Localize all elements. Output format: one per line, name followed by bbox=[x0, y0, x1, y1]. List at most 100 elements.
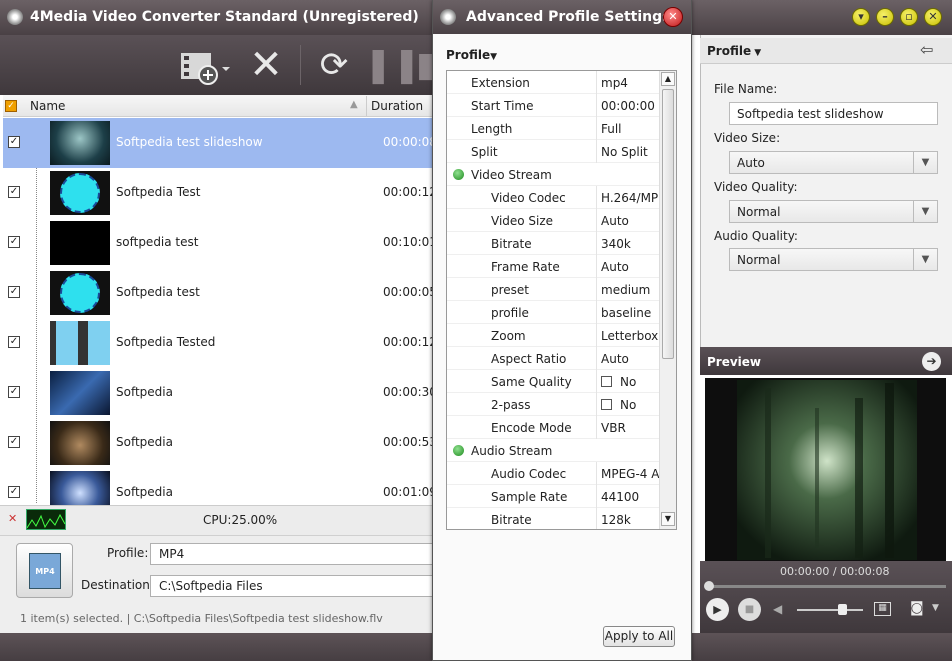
setting-value[interactable]: MPEG-4 AAC bbox=[601, 467, 661, 481]
camera-icon[interactable]: ◙ bbox=[910, 600, 924, 616]
collapse-icon[interactable] bbox=[453, 169, 464, 180]
row-checkbox[interactable]: ✓ bbox=[8, 286, 20, 298]
maximize-button[interactable]: ▫ bbox=[900, 8, 918, 26]
settings-row[interactable]: Extension mp4 bbox=[447, 71, 661, 94]
dialog-profile-menu[interactable]: Profile▼ bbox=[446, 48, 497, 62]
row-checkbox[interactable]: ✓ bbox=[8, 186, 20, 198]
snapshot-list-icon[interactable]: ▦ bbox=[874, 602, 891, 616]
setting-value[interactable]: Full bbox=[601, 122, 661, 136]
close-log-icon[interactable]: ✕ bbox=[8, 512, 17, 525]
setting-checkbox[interactable] bbox=[601, 399, 612, 410]
settings-row[interactable]: Frame Rate Auto bbox=[447, 255, 661, 278]
cpu-usage: CPU:25.00% bbox=[203, 513, 278, 527]
file-row[interactable]: ✓ Softpedia Tested 00:00:12 bbox=[3, 318, 437, 368]
menu-down-icon[interactable]: ▾ bbox=[852, 8, 870, 26]
settings-row[interactable]: Bitrate 340k bbox=[447, 232, 661, 255]
settings-row[interactable]: Start Time 00:00:00 bbox=[447, 94, 661, 117]
back-arrow-icon[interactable]: ⇦ bbox=[920, 40, 933, 59]
scroll-down-icon[interactable]: ▼ bbox=[661, 512, 675, 526]
file-row[interactable]: ✓ softpedia test 00:10:01 bbox=[3, 218, 437, 268]
format-button[interactable]: MP4 bbox=[16, 543, 73, 598]
scroll-up-icon[interactable]: ▲ bbox=[661, 72, 675, 86]
row-checkbox[interactable]: ✓ bbox=[8, 336, 20, 348]
file-name-input[interactable]: Softpedia test slideshow bbox=[729, 102, 938, 125]
setting-value[interactable]: Auto bbox=[601, 214, 661, 228]
settings-row[interactable]: Video Stream bbox=[447, 163, 661, 186]
video-quality-select[interactable]: Normal ▼ bbox=[729, 200, 938, 223]
select-all-checkbox[interactable]: ✓ bbox=[5, 100, 17, 112]
settings-row[interactable]: preset medium bbox=[447, 278, 661, 301]
grid-scrollbar[interactable]: ▲ ▼ bbox=[659, 71, 676, 529]
setting-value[interactable]: 340k bbox=[601, 237, 661, 251]
setting-value[interactable]: No bbox=[601, 375, 661, 389]
file-row[interactable]: ✓ Softpedia Test 00:00:12 bbox=[3, 168, 437, 218]
stop-preview-button[interactable]: ■ bbox=[738, 598, 761, 621]
column-duration[interactable]: Duration bbox=[371, 99, 423, 113]
setting-value[interactable]: mp4 bbox=[601, 76, 661, 90]
setting-value[interactable]: medium bbox=[601, 283, 661, 297]
settings-row[interactable]: Zoom Letterbox bbox=[447, 324, 661, 347]
convert-button[interactable]: ⟳ bbox=[312, 45, 356, 85]
setting-checkbox[interactable] bbox=[601, 376, 612, 387]
setting-value[interactable]: 128k bbox=[601, 513, 661, 527]
settings-row[interactable]: Aspect Ratio Auto bbox=[447, 347, 661, 370]
thumbnail-image bbox=[50, 171, 110, 215]
file-duration: 00:00:12 bbox=[383, 335, 437, 349]
apply-to-all-button[interactable]: Apply to All bbox=[603, 626, 675, 647]
column-name[interactable]: Name bbox=[30, 99, 65, 113]
settings-row[interactable]: Sample Rate 44100 bbox=[447, 485, 661, 508]
destination-select[interactable]: C:\Softpedia Files bbox=[150, 575, 434, 597]
chevron-down-icon[interactable]: ▼ bbox=[932, 603, 939, 613]
row-checkbox[interactable]: ✓ bbox=[8, 236, 20, 248]
settings-row[interactable]: Encode Mode VBR bbox=[447, 416, 661, 439]
dialog-close-button[interactable]: ✕ bbox=[663, 7, 683, 27]
setting-value[interactable]: 44100 bbox=[601, 490, 661, 504]
setting-value[interactable]: No Split bbox=[601, 145, 661, 159]
setting-value[interactable]: Auto bbox=[601, 352, 661, 366]
setting-value[interactable]: Letterbox bbox=[601, 329, 661, 343]
profile-menu[interactable]: Profile ▼ bbox=[707, 44, 761, 58]
settings-row[interactable]: Audio Codec MPEG-4 AAC bbox=[447, 462, 661, 485]
volume-slider[interactable] bbox=[797, 609, 863, 611]
collapse-icon[interactable] bbox=[453, 445, 464, 456]
seek-bar[interactable] bbox=[706, 585, 946, 588]
scroll-thumb[interactable] bbox=[662, 89, 674, 359]
seek-handle[interactable] bbox=[704, 581, 714, 591]
pause-button[interactable]: ❚❚ bbox=[364, 45, 421, 85]
file-row[interactable]: ✓ Softpedia test 00:00:05 bbox=[3, 268, 437, 318]
profile-select[interactable]: MP4 bbox=[150, 543, 434, 565]
forward-arrow-icon[interactable]: ➔ bbox=[922, 352, 941, 371]
settings-row[interactable]: Split No Split bbox=[447, 140, 661, 163]
row-checkbox[interactable]: ✓ bbox=[8, 436, 20, 448]
row-checkbox[interactable]: ✓ bbox=[8, 136, 20, 148]
settings-row[interactable]: Video Codec H.264/MPEG-4 bbox=[447, 186, 661, 209]
settings-row[interactable]: Same Quality No bbox=[447, 370, 661, 393]
minimize-button[interactable]: – bbox=[876, 8, 894, 26]
audio-quality-select[interactable]: Normal ▼ bbox=[729, 248, 938, 271]
play-button[interactable]: ▶ bbox=[706, 598, 729, 621]
volume-handle[interactable] bbox=[838, 604, 847, 615]
pause-icon: ❚❚ bbox=[364, 45, 421, 85]
settings-row[interactable]: Length Full bbox=[447, 117, 661, 140]
close-button[interactable]: ✕ bbox=[924, 8, 942, 26]
volume-icon[interactable]: ◀ bbox=[773, 602, 782, 616]
setting-value[interactable]: No bbox=[601, 398, 661, 412]
settings-row[interactable]: Bitrate 128k bbox=[447, 508, 661, 529]
setting-value[interactable]: VBR bbox=[601, 421, 661, 435]
setting-value[interactable]: 00:00:00 bbox=[601, 99, 661, 113]
file-row[interactable]: ✓ Softpedia test slideshow 00:00:08 bbox=[3, 118, 437, 168]
setting-value[interactable]: H.264/MPEG-4 bbox=[601, 191, 661, 205]
settings-row[interactable]: Video Size Auto bbox=[447, 209, 661, 232]
setting-value[interactable]: Auto bbox=[601, 260, 661, 274]
row-checkbox[interactable]: ✓ bbox=[8, 486, 20, 498]
file-row[interactable]: ✓ Softpedia 00:00:53 bbox=[3, 418, 437, 468]
settings-row[interactable]: profile baseline bbox=[447, 301, 661, 324]
row-checkbox[interactable]: ✓ bbox=[8, 386, 20, 398]
file-row[interactable]: ✓ Softpedia 00:00:30 bbox=[3, 368, 437, 418]
setting-value[interactable]: baseline bbox=[601, 306, 661, 320]
settings-row[interactable]: 2-pass No bbox=[447, 393, 661, 416]
add-video-button[interactable] bbox=[178, 45, 230, 85]
video-size-select[interactable]: Auto ▼ bbox=[729, 151, 938, 174]
settings-row[interactable]: Audio Stream bbox=[447, 439, 661, 462]
remove-button[interactable]: ✕ bbox=[244, 45, 288, 85]
